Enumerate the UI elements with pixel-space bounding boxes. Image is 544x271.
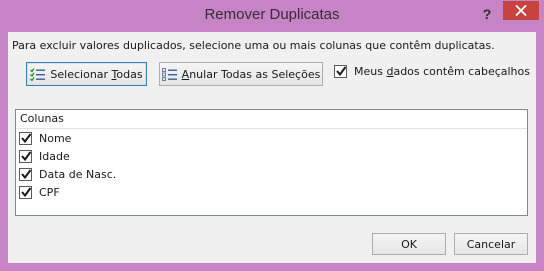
item-checkbox[interactable]	[19, 149, 32, 163]
cancel-label: Cancelar	[466, 237, 516, 251]
unselect-all-button[interactable]: Anular Todas as Seleções	[159, 62, 323, 86]
list-header: Colunas	[16, 110, 527, 129]
checkmark-icon	[21, 168, 32, 179]
close-icon	[515, 5, 527, 16]
item-label: Idade	[39, 149, 70, 163]
item-checkbox[interactable]	[19, 185, 32, 199]
select-all-label: Selecionar Todas	[50, 67, 143, 81]
list-icon	[161, 67, 177, 81]
help-button[interactable]: ?	[478, 4, 496, 24]
item-checkbox[interactable]	[19, 131, 32, 145]
title-bar[interactable]: Remover Duplicatas ?	[0, 0, 544, 32]
item-label: CPF	[39, 185, 60, 199]
list-item[interactable]: Nome	[16, 129, 527, 147]
ok-label: OK	[401, 237, 417, 251]
ok-button[interactable]: OK	[372, 233, 446, 255]
checkbox-box[interactable]	[334, 65, 347, 78]
checkmark-icon	[21, 150, 32, 161]
checklist-icon	[30, 67, 46, 81]
unselect-all-label: Anular Todas as Seleções	[181, 67, 321, 81]
item-label: Data de Nasc.	[39, 167, 117, 181]
has-headers-checkbox[interactable]: Meus dados contêm cabeçalhos	[334, 65, 530, 78]
checkmark-icon	[336, 66, 347, 77]
item-label: Nome	[39, 131, 72, 145]
window-title: Remover Duplicatas	[204, 6, 340, 23]
close-button[interactable]	[503, 1, 539, 20]
has-headers-label: Meus dados contêm cabeçalhos	[354, 65, 530, 78]
checkmark-icon	[21, 132, 32, 143]
list-item[interactable]: CPF	[16, 183, 527, 201]
instructions-text: Para excluir valores duplicados, selecio…	[12, 39, 495, 52]
columns-list[interactable]: Colunas Nome Idade Data de Nasc. CPF	[15, 109, 528, 216]
cancel-button[interactable]: Cancelar	[454, 233, 528, 255]
dialog-body: Para excluir valores duplicados, selecio…	[8, 32, 536, 263]
list-item[interactable]: Idade	[16, 147, 527, 165]
select-all-button[interactable]: Selecionar Todas	[26, 62, 147, 86]
list-item[interactable]: Data de Nasc.	[16, 165, 527, 183]
item-checkbox[interactable]	[19, 167, 32, 181]
checkmark-icon	[21, 186, 32, 197]
